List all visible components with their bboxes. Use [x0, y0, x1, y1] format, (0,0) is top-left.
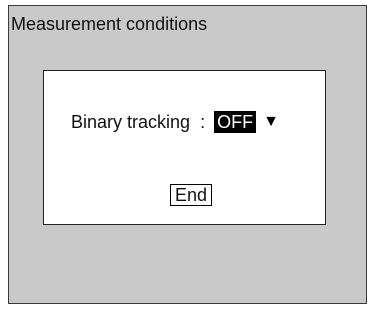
screen-title: Measurement conditions [11, 14, 208, 34]
measurement-conditions-screen: Measurement conditions Binary tracking :… [8, 5, 367, 304]
binary-tracking-dialog: Binary tracking : OFF ▼ End [43, 70, 326, 225]
triangle-down-icon[interactable]: ▼ [263, 114, 279, 130]
setting-separator: : [200, 111, 206, 132]
binary-tracking-value[interactable]: OFF [214, 111, 257, 133]
end-button[interactable]: End [170, 184, 213, 206]
binary-tracking-label: Binary tracking [71, 111, 191, 132]
binary-tracking-setting: Binary tracking : OFF ▼ [71, 111, 279, 133]
